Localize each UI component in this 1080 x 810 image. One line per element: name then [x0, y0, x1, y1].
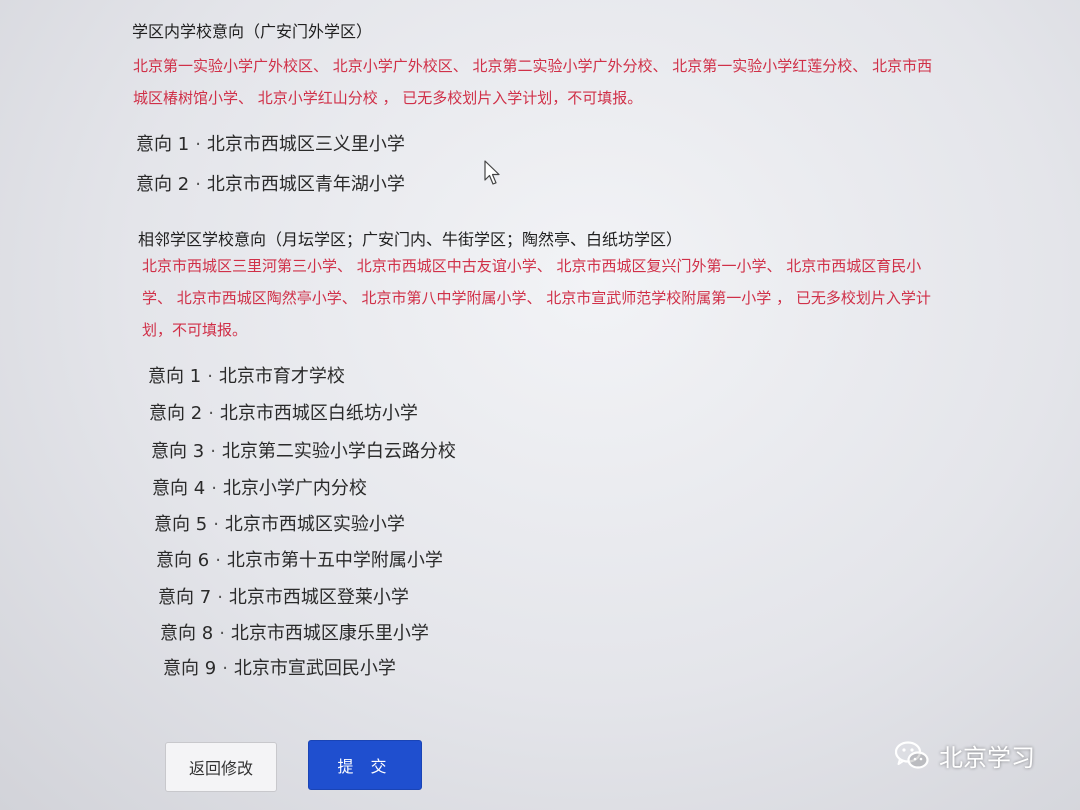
wechat-icon [895, 740, 929, 769]
choice-label: 意向 6 [156, 550, 210, 571]
choice-school: 北京第二实验小学白云路分校 [221, 441, 456, 462]
choice-school: 北京小学广内分校 [222, 478, 367, 499]
adjacent-notice-line-1: 北京市西城区三里河第三小学、 北京市西城区中古友谊小学、 北京市西城区复兴门外第… [142, 257, 922, 275]
adjacent-choice-9: 意向 9 · 北京市宣武回民小学 [163, 654, 396, 680]
adjacent-notice-line-3: 划，不可填报。 [142, 321, 248, 339]
choice-school: 北京市西城区康乐里小学 [230, 623, 429, 644]
adjacent-choice-1: 意向 1 · 北京市育才学校 [148, 362, 345, 388]
choice-label: 意向 3 [151, 441, 205, 462]
in-district-notice-line-2: 城区椿树馆小学、 北京小学红山分校 ， 已无多校划片入学计划，不可填报。 [133, 89, 643, 107]
choice-school: 北京市宣武回民小学 [233, 658, 396, 679]
separator-dot: · [208, 403, 214, 424]
choice-label: 意向 9 [163, 658, 217, 679]
separator-dot: · [219, 623, 225, 644]
choice-label: 意向 8 [160, 623, 214, 644]
separator-dot: · [215, 550, 221, 571]
choice-label: 意向 5 [154, 514, 208, 535]
separator-dot: · [207, 366, 213, 387]
in-district-section-title: 学区内学校意向（广安门外学区） [132, 22, 373, 41]
adjacent-choice-4: 意向 4 · 北京小学广内分校 [152, 474, 367, 500]
choice-school: 北京市育才学校 [218, 366, 345, 387]
choice-label: 意向 4 [152, 478, 206, 499]
separator-dot: · [211, 478, 217, 499]
adjacent-choice-2: 意向 2 · 北京市西城区白纸坊小学 [149, 399, 418, 425]
submit-button[interactable]: 提 交 [308, 740, 422, 790]
adjacent-choice-3: 意向 3 · 北京第二实验小学白云路分校 [151, 437, 456, 463]
adjacent-section-title: 相邻学区学校意向（月坛学区；广安门内、牛街学区；陶然亭、白纸坊学区） [138, 230, 683, 249]
choice-label: 意向 2 [149, 403, 203, 424]
choice-school: 北京市西城区白纸坊小学 [219, 403, 418, 424]
in-district-choice-2: 意向 2 · 北京市西城区青年湖小学 [136, 170, 405, 196]
separator-dot: · [195, 174, 201, 195]
choice-school: 北京市西城区三义里小学 [206, 134, 405, 155]
choice-school: 北京市西城区登莱小学 [228, 587, 409, 608]
separator-dot: · [217, 587, 223, 608]
mouse-pointer-icon [484, 160, 500, 185]
choice-school: 北京市西城区青年湖小学 [206, 174, 405, 195]
separator-dot: · [213, 514, 219, 535]
back-edit-button[interactable]: 返回修改 [165, 742, 277, 792]
choice-label: 意向 1 [148, 366, 202, 387]
adjacent-choice-7: 意向 7 · 北京市西城区登莱小学 [158, 583, 409, 609]
choice-label: 意向 1 [136, 134, 190, 155]
in-district-choice-1: 意向 1 · 北京市西城区三义里小学 [136, 130, 405, 156]
choice-label: 意向 7 [158, 587, 212, 608]
watermark-text: 北京学习 [939, 744, 1035, 772]
intention-form-page: 学区内学校意向（广安门外学区） 北京第一实验小学广外校区、 北京小学广外校区、 … [0, 0, 1080, 810]
choice-label: 意向 2 [136, 174, 190, 195]
adjacent-choice-5: 意向 5 · 北京市西城区实验小学 [154, 510, 405, 536]
adjacent-choice-8: 意向 8 · 北京市西城区康乐里小学 [160, 619, 429, 645]
choice-school: 北京市西城区实验小学 [224, 514, 405, 535]
adjacent-notice-line-2: 学、 北京市西城区陶然亭小学、 北京市第八中学附属小学、 北京市宣武师范学校附属… [142, 289, 931, 307]
separator-dot: · [222, 658, 228, 679]
adjacent-choice-6: 意向 6 · 北京市第十五中学附属小学 [156, 546, 443, 572]
in-district-notice: 北京第一实验小学广外校区、 北京小学广外校区、 北京第二实验小学广外分校、 北京… [133, 50, 1033, 114]
separator-dot: · [210, 441, 216, 462]
in-district-notice-line-1: 北京第一实验小学广外校区、 北京小学广外校区、 北京第二实验小学广外分校、 北京… [133, 57, 933, 75]
separator-dot: · [195, 134, 201, 155]
watermark: 北京学习 [895, 738, 1035, 773]
adjacent-notice: 北京市西城区三里河第三小学、 北京市西城区中古友谊小学、 北京市西城区复兴门外第… [142, 250, 1022, 346]
choice-school: 北京市第十五中学附属小学 [226, 550, 443, 571]
